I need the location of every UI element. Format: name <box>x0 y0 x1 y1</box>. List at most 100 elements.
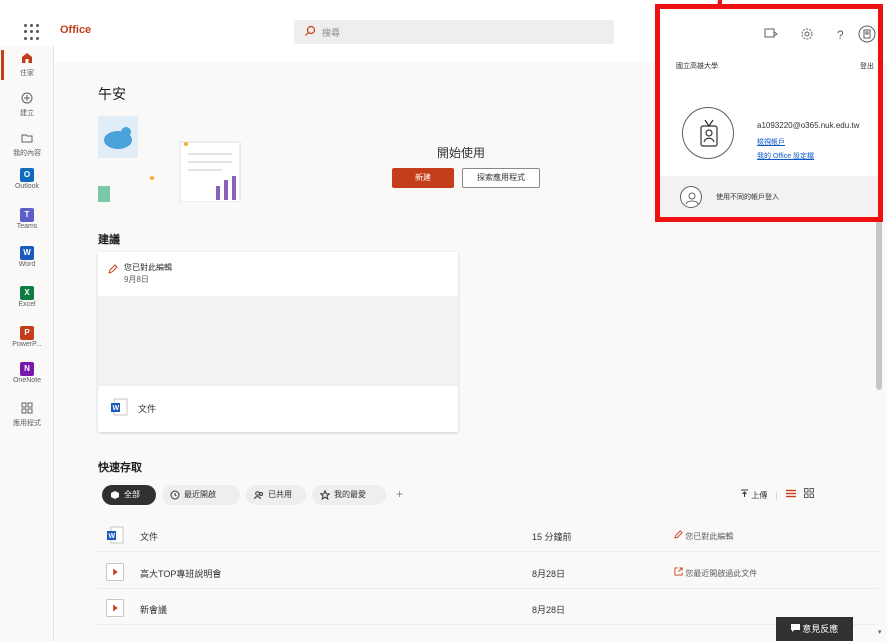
rail-item-teams[interactable]: T Teams <box>0 208 54 230</box>
rail-label: 建立 <box>20 110 34 117</box>
rail-item-create[interactable]: 建立 <box>0 92 54 118</box>
file-name[interactable]: 高大TOP專班說明會 <box>140 567 221 580</box>
file-time: 8月28日 <box>532 569 566 579</box>
upload-icon <box>741 489 748 497</box>
rail-item-word[interactable]: W Word <box>0 246 54 268</box>
svg-text:W: W <box>109 533 116 540</box>
organization-name: 國立高雄大學 <box>676 63 718 70</box>
pencil-icon <box>108 264 118 274</box>
rail-label: Excel <box>18 301 36 308</box>
rail-label: PowerP... <box>12 341 42 348</box>
view-account-link[interactable]: 檢視帳戶 <box>757 137 785 147</box>
person-icon <box>685 192 699 205</box>
scroll-down-arrow[interactable]: ▾ <box>878 628 882 636</box>
filter-all[interactable]: 全部 <box>102 485 156 505</box>
other-account-label: 使用不同的帳戶登入 <box>716 194 779 201</box>
powerpoint-icon: P <box>20 326 34 340</box>
file-row[interactable]: 高大TOP專班說明會 8月28日 您最近開啟過此文件 <box>98 557 878 589</box>
get-started-label: 開始使用 <box>437 146 486 160</box>
scrollbar[interactable] <box>876 200 882 390</box>
search-icon <box>305 25 316 36</box>
filter-recent[interactable]: 最近開啟 <box>162 485 240 505</box>
home-icon <box>22 53 32 63</box>
hero-illustration <box>98 116 241 203</box>
gear-icon[interactable] <box>800 27 814 41</box>
search-placeholder: 搜尋 <box>322 28 341 38</box>
account-email: a1093220@o365.nuk.edu.tw <box>757 121 860 130</box>
rail-item-powerpoint[interactable]: P PowerP... <box>0 326 54 348</box>
sign-out-link[interactable]: 登出 <box>860 61 874 71</box>
feedback-icon[interactable] <box>764 27 778 41</box>
teams-icon: T <box>20 208 34 222</box>
account-avatar <box>682 107 734 159</box>
app-launcher-icon[interactable] <box>24 24 40 40</box>
folder-icon <box>21 134 33 143</box>
video-icon <box>106 563 124 581</box>
rail-label: Word <box>18 261 36 268</box>
explore-apps-button[interactable]: 探索應用程式 <box>462 168 540 188</box>
feedback-button[interactable]: 意見反應 <box>776 617 853 641</box>
search-input[interactable]: 搜尋 <box>294 20 614 44</box>
word-icon: W <box>20 246 34 260</box>
rail-item-home[interactable]: 住家 <box>0 52 54 78</box>
quick-access-title: 快速存取 <box>98 462 142 474</box>
file-activity: 您最近開啟過此文件 <box>674 567 757 579</box>
rail-item-onenote[interactable]: N OneNote <box>0 362 54 384</box>
office-settings-link[interactable]: 我的 Office 設定檔 <box>757 151 814 161</box>
plus-circle-icon <box>21 92 33 104</box>
file-name[interactable]: 文件 <box>140 530 158 543</box>
rail-label: Teams <box>16 223 38 230</box>
new-button[interactable]: 新建 <box>392 168 454 188</box>
list-view-icon[interactable] <box>785 489 796 498</box>
open-external-icon <box>674 567 683 576</box>
upload-button[interactable]: 上傳 <box>740 489 769 500</box>
rail-label: 應用程式 <box>13 420 41 427</box>
add-filter-button[interactable]: + <box>396 487 403 501</box>
suggested-card-header: 您已對此編輯 9月8日 <box>98 252 458 296</box>
people-icon <box>254 491 263 500</box>
account-panel: ? 國立高雄大學 登出 a1093220@o365.nuk.edu.tw 檢視帳… <box>655 4 883 222</box>
filter-shared[interactable]: 已共用 <box>246 485 306 505</box>
switch-account-row[interactable]: 使用不同的帳戶登入 <box>660 176 878 217</box>
file-name[interactable]: 新會議 <box>140 603 167 616</box>
suggested-activity: 您已對此編輯 <box>124 263 172 272</box>
svg-text:?: ? <box>837 28 844 41</box>
file-row[interactable]: W 文件 15 分鐘前 您已對此編輯 <box>98 520 878 552</box>
pencil-icon <box>674 530 683 539</box>
filter-favorites[interactable]: 我的最愛 <box>312 485 386 505</box>
rail-label: OneNote <box>12 377 42 384</box>
feedback-label: 意見反應 <box>802 624 839 634</box>
file-time: 15 分鐘前 <box>532 532 572 542</box>
rail-label: Outlook <box>14 183 40 190</box>
cube-icon <box>111 491 119 499</box>
rail-item-apps[interactable]: 應用程式 <box>0 402 54 428</box>
suggested-date: 9月8日 <box>124 275 149 284</box>
excel-icon: X <box>20 286 34 300</box>
quick-access-tools: 上傳 | <box>740 488 815 501</box>
clock-icon <box>170 490 180 500</box>
filter-label: 最近開啟 <box>184 490 216 499</box>
file-activity-text: 您最近開啟過此文件 <box>685 569 758 578</box>
rail-item-my-content[interactable]: 我的內容 <box>0 132 54 158</box>
star-icon <box>320 490 330 500</box>
rail-label: 住家 <box>20 70 34 77</box>
outlook-icon: O <box>20 168 34 182</box>
rail-item-outlook[interactable]: O Outlook <box>0 168 54 190</box>
svg-text:W: W <box>113 405 120 412</box>
comment-icon <box>790 624 800 632</box>
file-row[interactable]: 新會議 8月28日 <box>98 593 878 625</box>
grid-view-icon[interactable] <box>804 488 815 498</box>
separator: | <box>775 491 778 500</box>
other-account-avatar <box>680 186 702 208</box>
suggested-title: 建議 <box>98 234 120 246</box>
avatar[interactable] <box>858 25 876 43</box>
suggested-card[interactable]: 您已對此編輯 9月8日 W 文件 <box>98 252 458 432</box>
filter-label: 我的最愛 <box>334 490 366 499</box>
rail-label: 我的內容 <box>13 150 41 157</box>
onenote-icon: N <box>20 362 34 376</box>
filter-label: 全部 <box>124 490 140 499</box>
office-brand[interactable]: Office <box>60 24 91 36</box>
rail-item-excel[interactable]: X Excel <box>0 286 54 308</box>
help-icon[interactable]: ? <box>834 27 848 41</box>
left-rail: 住家 建立 我的內容 O Outlook T Teams W Word X Ex… <box>0 46 54 641</box>
